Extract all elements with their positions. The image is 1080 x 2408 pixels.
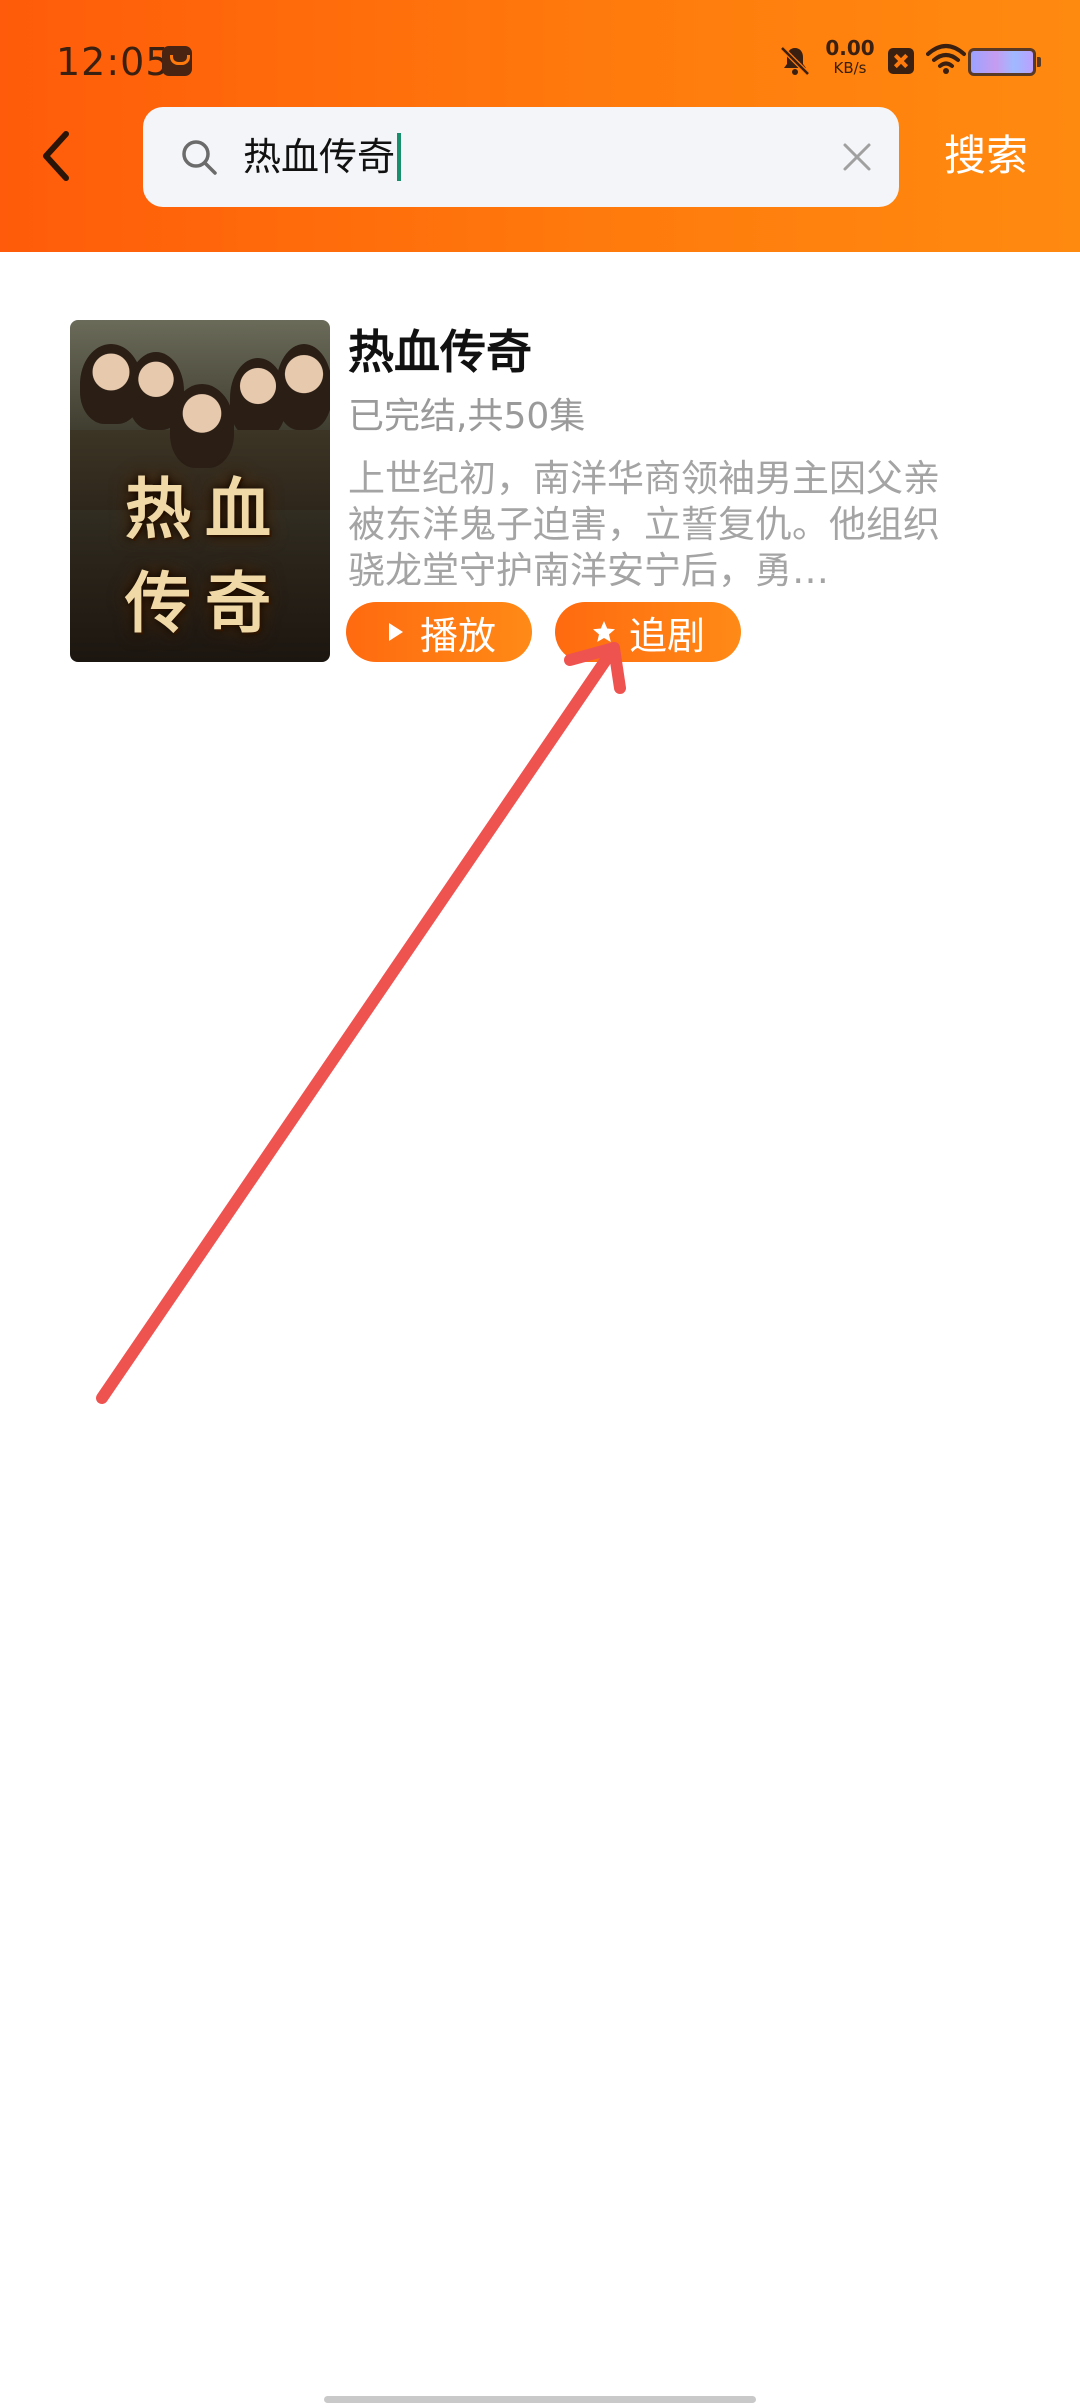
top-header: 12:05 0.00 KB/s 热血传奇 搜索 (0, 0, 1080, 252)
star-icon (592, 621, 615, 642)
back-chevron-icon[interactable] (36, 126, 76, 186)
poster-title-line2: 传奇 (125, 564, 285, 642)
drama-poster[interactable]: 热血 传奇 (70, 320, 330, 662)
net-speed: 0.00 KB/s (820, 38, 880, 76)
drama-description: 上世纪初，南洋华商领袖男主因父亲被东洋鬼子迫害，立誓复仇。他组织骁龙堂守护南洋安… (348, 457, 940, 592)
play-button-label: 播放 (419, 613, 496, 658)
search-button[interactable]: 搜索 (944, 128, 1028, 184)
play-button[interactable]: 播放 (346, 602, 532, 662)
follow-button[interactable]: 追剧 (555, 602, 741, 662)
clear-icon[interactable] (839, 139, 875, 175)
poster-title-line1: 热血 (125, 470, 285, 548)
status-time: 12:05 (56, 40, 171, 84)
bell-muted-icon (780, 46, 810, 76)
search-input[interactable]: 热血传奇 (243, 131, 402, 183)
drama-title[interactable]: 热血传奇 (348, 322, 532, 382)
wifi-icon (926, 44, 966, 74)
search-icon (182, 140, 217, 175)
battery-icon (968, 48, 1041, 76)
net-speed-value: 0.00 (825, 36, 875, 60)
search-field[interactable]: 热血传奇 (143, 107, 899, 207)
text-caret (397, 133, 402, 181)
play-icon (388, 623, 403, 641)
home-indicator[interactable] (324, 2396, 756, 2403)
close-box-icon (888, 48, 914, 74)
shopping-bag-icon (162, 46, 192, 76)
net-speed-unit: KB/s (833, 59, 867, 77)
follow-button-label: 追剧 (628, 613, 705, 658)
poster-figure (276, 344, 330, 430)
drama-episode-status: 已完结,共50集 (348, 396, 586, 437)
poster-figure (170, 384, 234, 468)
search-input-value: 热血传奇 (243, 135, 396, 179)
